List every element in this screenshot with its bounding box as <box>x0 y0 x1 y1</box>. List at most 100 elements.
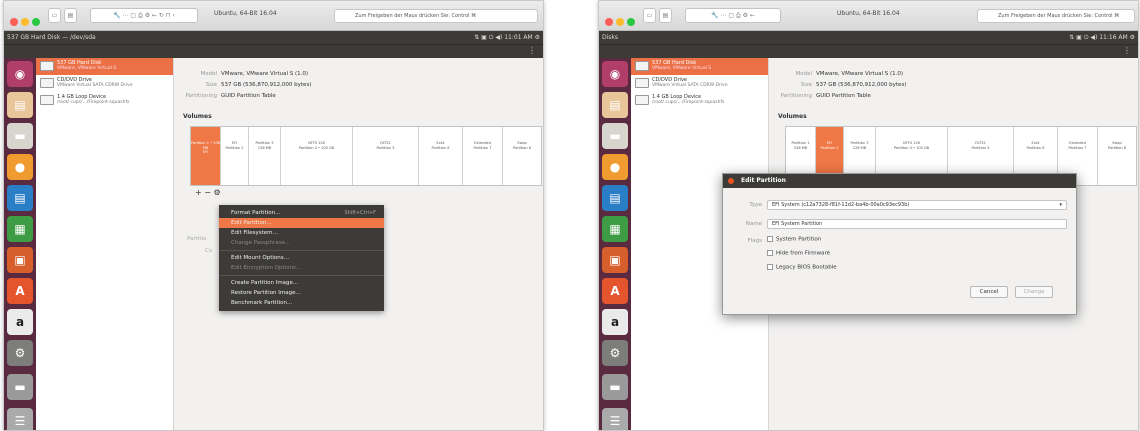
volume-segment[interactable]: Ext4 Partition 6 <box>419 127 463 185</box>
menu-item-change-passphrase[interactable]: Change Passphrase… <box>219 238 384 248</box>
minimize-icon[interactable] <box>616 18 624 26</box>
impress-icon[interactable]: ▣ <box>602 247 628 273</box>
dash-icon[interactable]: ◉ <box>7 61 33 87</box>
drive-subtitle: /root/.cups/.../Firepoint-squashfs <box>57 100 130 105</box>
drive-item[interactable]: 1.4 GB Loop Device/root/.cups/.../Firepo… <box>36 92 173 109</box>
volume-bar: Partition 1 • 538 MB EFI EFI Partition 2… <box>190 126 542 186</box>
tabs-icon[interactable]: ▤ <box>659 8 672 23</box>
files-icon[interactable]: ▤ <box>7 92 33 118</box>
flag-system-partition[interactable]: System Partition <box>767 236 821 243</box>
menu-separator <box>219 250 384 251</box>
indicator-area[interactable]: ⇅ ▣ ⏻ ◀) 11:01 AM ⚙ <box>474 31 540 44</box>
menu-item-benchmark[interactable]: Benchmark Partition… <box>219 298 384 308</box>
edit-partition-dialog: Edit Partition Type EFI System (c12a7328… <box>722 173 1077 315</box>
volume-segment[interactable]: Partition 1 • 538 MB EFI <box>191 127 221 185</box>
drive-subtitle: VMware, VMware Virtual S <box>57 66 117 71</box>
cancel-button[interactable]: Cancel <box>970 286 1008 298</box>
menu-icon[interactable]: ⋮ <box>1123 46 1131 55</box>
name-input[interactable]: EFI System Partition <box>767 219 1067 229</box>
window-title: Disks <box>602 34 619 41</box>
sidebar-icon[interactable]: ▭ <box>643 8 656 23</box>
trash-icon[interactable]: ☰ <box>7 408 33 430</box>
checkbox[interactable] <box>767 236 773 242</box>
dash-icon[interactable]: ◉ <box>602 61 628 87</box>
checkbox[interactable] <box>767 250 773 256</box>
settings-icon[interactable]: ⚙ <box>602 340 628 366</box>
vm-toolbar[interactable]: 🔧 ⋯ ▢ ⎙ ⚙ ← <box>685 8 781 23</box>
menu-separator <box>219 275 384 276</box>
change-button[interactable]: Change <box>1015 286 1053 298</box>
amazon-icon[interactable]: a <box>7 309 33 335</box>
menu-item-edit-encryption-options[interactable]: Edit Encryption Options… <box>219 263 384 273</box>
dialog-close-icon[interactable] <box>728 178 734 184</box>
url-bar[interactable]: Zum Freigeben der Maus drücken Sie: Cont… <box>977 9 1135 23</box>
volume-segment[interactable]: Extended Partition 7 <box>463 127 503 185</box>
volumes-heading: Volumes <box>183 113 212 120</box>
mac-titlebar: ▭ ▤ 🔧 ⋯ ▢ ⎙ ⚙ ← Ubuntu, 64-Bit 16.04 Zum… <box>599 1 1138 31</box>
drive-item[interactable]: CD/DVD Drive VMware Virtual SATA CDRW Dri… <box>631 75 768 92</box>
minimize-icon[interactable] <box>21 18 29 26</box>
settings-icon[interactable]: ⚙ <box>7 340 33 366</box>
firefox-icon[interactable]: ● <box>7 154 33 180</box>
model-row: Model VMware, VMware Virtual S (1.0) <box>795 71 904 77</box>
impress-icon[interactable]: ▣ <box>7 247 33 273</box>
menu-icon[interactable]: ⋮ <box>528 46 536 55</box>
volume-segment[interactable]: EFI Partition 2 <box>221 127 249 185</box>
dialog-header: Edit Partition <box>723 174 1076 188</box>
type-select[interactable]: EFI System (c12a7328-f81f-11d2-ba4b-00a0… <box>767 200 1067 210</box>
volume-segment[interactable]: FAT32 Partition 5 <box>353 127 419 185</box>
partition-context-menu: Format Partition… Shift+Ctrl+F Edit Parti… <box>219 205 384 311</box>
writer-icon[interactable]: ▤ <box>7 185 33 211</box>
volume-segment[interactable]: Swap Partition 8 <box>503 127 541 185</box>
drive-item[interactable]: 1.4 GB Loop Device/root/.cups/.../Firepo… <box>631 92 768 109</box>
volume-segment[interactable]: NTFS 128 Partition 4 • 100 GB <box>281 127 353 185</box>
loop-device-icon <box>40 95 54 105</box>
drive-subtitle: /root/.cups/.../Firepoint-squashfs <box>652 100 725 105</box>
vm-title: Ubuntu, 64-Bit 16.04 <box>837 10 900 17</box>
drive-item[interactable]: CD/DVD Drive VMware Virtual SATA CDRW Dri… <box>36 75 173 92</box>
menu-item-create-image[interactable]: Create Partition Image… <box>219 278 384 288</box>
zoom-icon[interactable] <box>627 18 635 26</box>
writer-icon[interactable]: ▤ <box>602 185 628 211</box>
calc-icon[interactable]: ▦ <box>602 216 628 242</box>
firefox-icon[interactable]: ● <box>602 154 628 180</box>
menu-item-edit-mount-options[interactable]: Edit Mount Options… <box>219 253 384 263</box>
removable-drive-icon[interactable]: ▬ <box>7 374 33 400</box>
calc-icon[interactable]: ▦ <box>7 216 33 242</box>
volume-actions[interactable]: + − ⚙ <box>195 188 221 197</box>
indicator-area[interactable]: ⇅ ▣ ⏻ ◀) 11:16 AM ⚙ <box>1069 31 1135 44</box>
removable-drive-icon[interactable]: ▬ <box>602 374 628 400</box>
ubuntu-top-panel: 537 GB Hard Disk — /dev/sda ⇅ ▣ ⏻ ◀) 11:… <box>4 31 543 44</box>
flag-hide-from-firmware[interactable]: Hide from Firmware <box>767 250 830 257</box>
disks-icon[interactable]: ▬ <box>7 123 33 149</box>
app-toolbar: ⋮ <box>4 44 543 58</box>
trash-icon[interactable]: ☰ <box>602 408 628 430</box>
flag-legacy-bios-bootable[interactable]: Legacy BIOS Bootable <box>767 264 837 271</box>
menu-item-edit-partition[interactable]: Edit Partition… <box>219 218 384 228</box>
drive-subtitle: VMware Virtual SATA CDRW Drive <box>57 83 133 88</box>
menu-item-format[interactable]: Format Partition… Shift+Ctrl+F <box>219 208 384 218</box>
close-icon[interactable] <box>605 18 613 26</box>
software-center-icon[interactable]: A <box>602 278 628 304</box>
menu-item-restore-image[interactable]: Restore Partition Image… <box>219 288 384 298</box>
zoom-icon[interactable] <box>32 18 40 26</box>
partitioning-row: Partitioning GUID Partition Table <box>185 93 276 99</box>
chevron-down-icon: ▾ <box>1059 202 1062 208</box>
vm-toolbar[interactable]: 🔧 ⋯ ▢ ⎙ ⚙ ← ↻ ⊓ ‹ <box>90 8 198 23</box>
url-bar[interactable]: Zum Freigeben der Maus drücken Sie: Cont… <box>334 9 538 23</box>
drive-item[interactable]: 537 GB Hard Disk VMware, VMware Virtual S <box>36 58 173 75</box>
volume-segment[interactable]: Partition 3 128 MB <box>249 127 281 185</box>
volume-segment[interactable]: Swap Partition 8 <box>1098 127 1136 185</box>
software-center-icon[interactable]: A <box>7 278 33 304</box>
amazon-icon[interactable]: a <box>602 309 628 335</box>
drive-item[interactable]: 537 GB Hard Disk VMware, VMware Virtual S <box>631 58 768 75</box>
checkbox[interactable] <box>767 264 773 270</box>
optical-drive-icon <box>635 78 649 88</box>
disks-icon[interactable]: ▬ <box>602 123 628 149</box>
tabs-icon[interactable]: ▤ <box>64 8 77 23</box>
close-icon[interactable] <box>10 18 18 26</box>
menu-item-edit-filesystem[interactable]: Edit Filesystem… <box>219 228 384 238</box>
files-icon[interactable]: ▤ <box>602 92 628 118</box>
sidebar-icon[interactable]: ▭ <box>48 8 61 23</box>
app-toolbar: ⋮ <box>599 44 1138 58</box>
